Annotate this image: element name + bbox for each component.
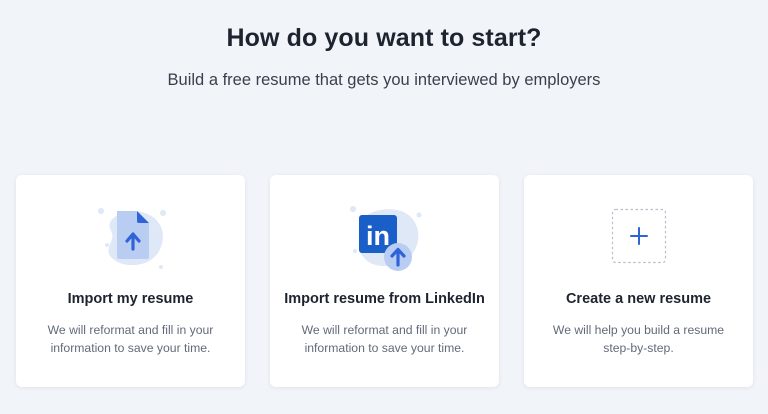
start-options: Import my resume We will reformat and fi… bbox=[16, 175, 753, 387]
create-resume-title: Create a new resume bbox=[565, 291, 712, 307]
import-resume-description: We will reformat and fill in your inform… bbox=[47, 323, 214, 355]
linkedin-logo-text: in bbox=[366, 221, 390, 251]
create-resume-description: We will help you build a resume step-by-… bbox=[552, 323, 725, 355]
page-subtitle: Build a free resume that gets you interv… bbox=[167, 71, 601, 89]
import-resume-title: Import my resume bbox=[67, 291, 194, 307]
import-resume-card[interactable]: Import my resume We will reformat and fi… bbox=[16, 175, 245, 387]
import-linkedin-card[interactable]: in Import resume from LinkedIn We will r… bbox=[270, 175, 499, 387]
start-page: How do you want to start? Build a free r… bbox=[0, 0, 768, 414]
upload-document-icon bbox=[89, 201, 173, 277]
import-linkedin-title: Import resume from LinkedIn bbox=[284, 291, 485, 307]
import-linkedin-description: We will reformat and fill in your inform… bbox=[301, 323, 468, 355]
plus-icon bbox=[597, 201, 681, 277]
linkedin-upload-icon: in bbox=[343, 201, 427, 277]
create-resume-card[interactable]: Create a new resume We will help you bui… bbox=[524, 175, 753, 387]
page-title: How do you want to start? bbox=[226, 24, 542, 52]
